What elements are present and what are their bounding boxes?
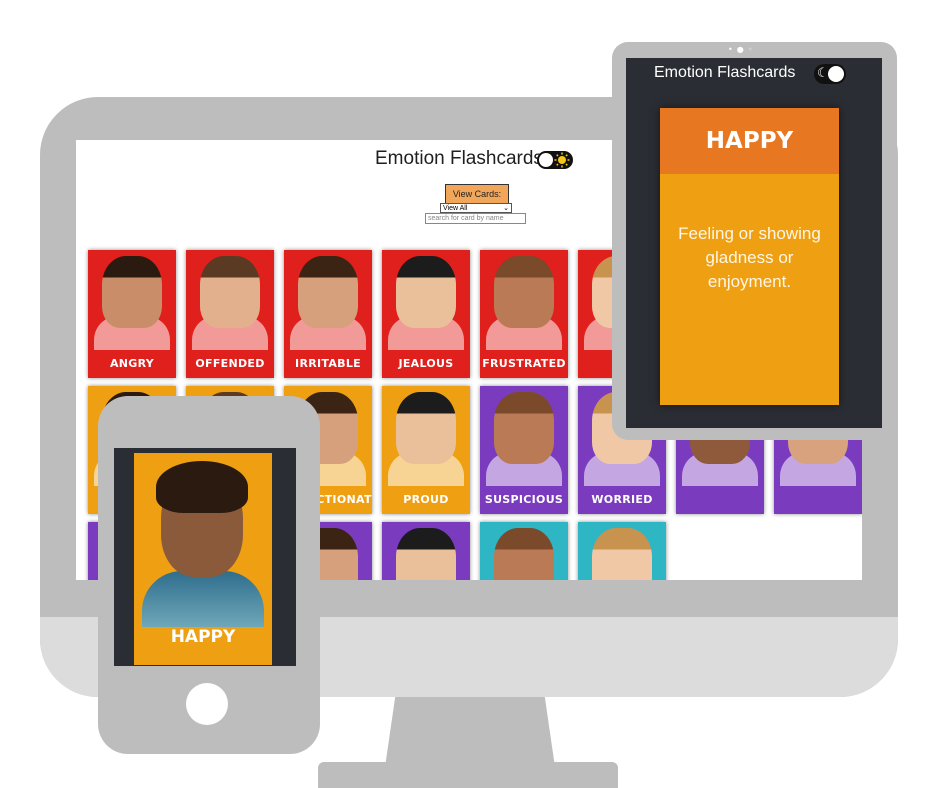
tablet-page-title: Emotion Flashcards bbox=[654, 64, 796, 81]
child-face-illustration bbox=[494, 256, 554, 328]
flashcard[interactable]: JEALOUS bbox=[382, 250, 470, 378]
toggle-knob bbox=[539, 153, 553, 167]
child-face-illustration bbox=[592, 528, 652, 580]
flashcard-label: IRRITABLE bbox=[295, 357, 361, 370]
flashcard-label: ANGRY bbox=[109, 357, 155, 370]
child-face-illustration bbox=[298, 256, 358, 328]
search-input[interactable]: search for card by name bbox=[425, 213, 526, 224]
flashcard[interactable] bbox=[480, 522, 568, 580]
tablet-theme-toggle[interactable]: ☾ bbox=[814, 64, 846, 84]
sun-icon bbox=[554, 152, 570, 168]
flashcard-title: HAPPY bbox=[660, 108, 839, 174]
flashcard-back[interactable]: HAPPY Feeling or showing gladness or enj… bbox=[660, 108, 839, 405]
home-button[interactable] bbox=[186, 683, 228, 725]
child-face-illustration bbox=[102, 256, 162, 328]
flashcard[interactable]: PROUD bbox=[382, 386, 470, 514]
child-face-illustration bbox=[494, 392, 554, 464]
tablet-camera-dots: •●◦ bbox=[728, 45, 757, 54]
view-cards-button[interactable]: View Cards: bbox=[445, 184, 509, 204]
page-title: Emotion Flashcards bbox=[375, 148, 543, 169]
child-face-illustration bbox=[396, 528, 456, 580]
child-face-illustration bbox=[200, 256, 260, 328]
flashcard[interactable]: IRRITABLE bbox=[284, 250, 372, 378]
flashcard[interactable]: SUSPICIOUS bbox=[480, 386, 568, 514]
moon-icon: ☾ bbox=[817, 66, 829, 81]
flashcard[interactable]: OFFENDED bbox=[186, 250, 274, 378]
flashcard-label: HAPPY bbox=[170, 627, 236, 647]
flashcard-label: WORRIED bbox=[591, 493, 653, 506]
flashcard[interactable]: ANGRY bbox=[88, 250, 176, 378]
flashcard-label: PROUD bbox=[403, 493, 449, 506]
toggle-knob bbox=[828, 66, 844, 82]
flashcard[interactable]: FRUSTRATED bbox=[480, 250, 568, 378]
flashcard-label: SUSPICIOUS bbox=[484, 493, 564, 506]
flashcard-label: OFFENDED bbox=[195, 357, 265, 370]
flashcard-front[interactable]: HAPPY bbox=[134, 453, 272, 665]
theme-toggle[interactable] bbox=[537, 151, 573, 169]
flashcard[interactable] bbox=[578, 522, 666, 580]
child-face-illustration bbox=[396, 256, 456, 328]
child-face-illustration bbox=[494, 528, 554, 580]
monitor-stand-neck bbox=[385, 697, 555, 767]
child-face-illustration bbox=[396, 392, 456, 464]
search-placeholder: search for card by name bbox=[428, 215, 504, 222]
flashcard-label: FRUSTRATED bbox=[482, 357, 566, 370]
view-select[interactable]: View All ⌄ bbox=[440, 203, 512, 213]
child-shirt-illustration bbox=[142, 571, 264, 627]
child-hair-illustration bbox=[156, 461, 248, 513]
flashcard[interactable] bbox=[382, 522, 470, 580]
monitor-stand-base bbox=[318, 762, 618, 788]
flashcard-label: JEALOUS bbox=[398, 357, 454, 370]
chevron-down-icon: ⌄ bbox=[503, 205, 509, 212]
flashcard-description: Feeling or showing gladness or enjoyment… bbox=[678, 224, 821, 291]
view-select-value: View All bbox=[443, 204, 468, 212]
